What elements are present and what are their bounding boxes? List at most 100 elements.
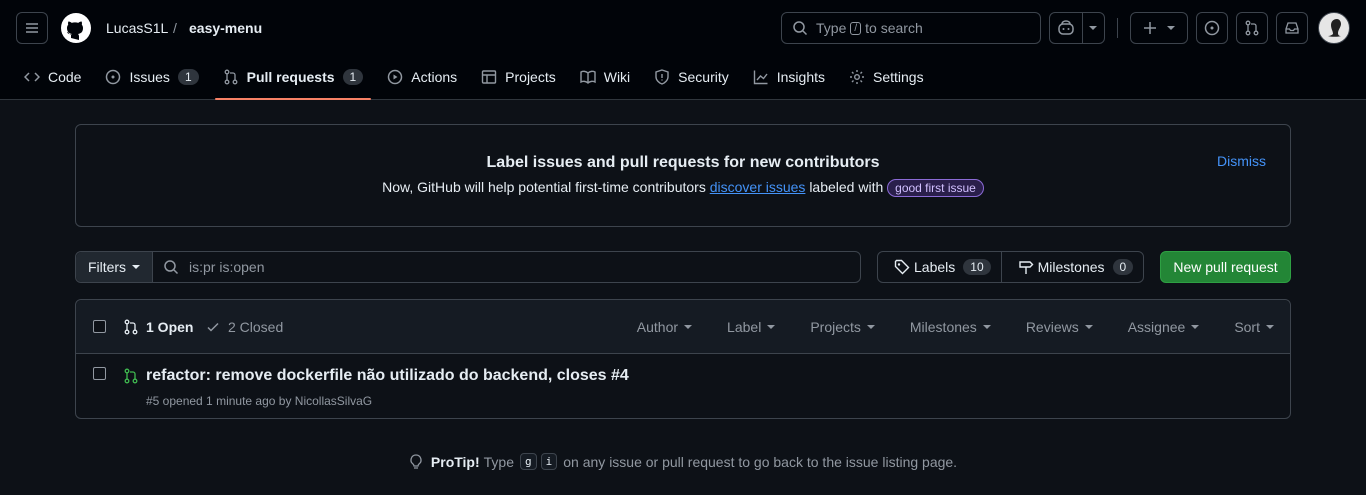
chevron-down-icon: [1084, 325, 1093, 329]
reviews-filter[interactable]: Reviews: [1026, 319, 1093, 335]
tab-code-label: Code: [48, 69, 82, 85]
tab-code[interactable]: Code: [16, 58, 89, 96]
search-icon: [793, 21, 808, 36]
chevron-down-icon: [1089, 26, 1097, 30]
tab-security-label: Security: [678, 69, 729, 85]
author-filter[interactable]: Author: [636, 319, 693, 335]
filter-query-text: is:pr is:open: [189, 259, 265, 275]
check-icon: [207, 322, 219, 332]
filters-button[interactable]: Filters: [76, 252, 153, 282]
hamburger-icon: [26, 23, 38, 33]
labels-count-badge: 10: [963, 259, 991, 275]
git-pull-request-open-icon: [124, 368, 138, 384]
closed-filter-link[interactable]: 2 Closed: [205, 319, 283, 335]
light-bulb-icon: [410, 453, 422, 469]
banner-text-before: Now, GitHub will help potential first-ti…: [382, 179, 706, 195]
shield-icon: [655, 69, 669, 85]
tag-icon: [894, 259, 910, 275]
list-header: 1 Open 2 Closed Author Label Projects Mi…: [76, 300, 1290, 354]
copilot-icon: [1058, 20, 1074, 35]
labels-button-label: Labels: [914, 259, 956, 275]
graph-icon: [753, 70, 768, 85]
pr-meta: #5 opened 1 minute ago by NicollasSilvaG: [146, 394, 373, 408]
good-first-issue-label[interactable]: good first issue: [887, 179, 984, 197]
search-suffix: to search: [865, 20, 923, 36]
protip-label: ProTip!: [430, 453, 480, 470]
new-pull-request-button[interactable]: New pull request: [1160, 251, 1291, 283]
sort-filter-label: Sort: [1234, 319, 1260, 335]
labels-button[interactable]: Labels 10: [878, 252, 1001, 282]
repo-name-link[interactable]: easy-menu: [189, 20, 262, 36]
filter-search-input[interactable]: is:pr is:open: [153, 252, 860, 282]
tab-wiki-label: Wiki: [603, 69, 631, 85]
chevron-down-icon: [767, 325, 776, 329]
pull-requests-button[interactable]: [1236, 12, 1268, 44]
tab-actions-label: Actions: [411, 69, 458, 85]
label-filter-label: Label: [727, 319, 762, 335]
assignee-filter[interactable]: Assignee: [1128, 319, 1200, 335]
create-new-button[interactable]: [1130, 12, 1188, 44]
plus-icon: [1144, 22, 1156, 34]
pr-title-link[interactable]: refactor: remove dockerfile não utilizad…: [146, 367, 629, 385]
sort-filters: Author Label Projects Milestones Reviews…: [602, 319, 1274, 335]
protip-after: on any issue or pull request to go back …: [563, 453, 958, 470]
labels-milestones-group: Labels 10 Milestones 0: [877, 251, 1144, 283]
table-icon: [481, 70, 497, 84]
menu-button[interactable]: [16, 12, 48, 44]
milestones-filter-label: Milestones: [909, 319, 977, 335]
global-nav: LucasS1L / easy-menu Type / to search: [16, 12, 1350, 46]
projects-filter[interactable]: Projects: [810, 319, 875, 335]
inbox-button[interactable]: [1276, 12, 1308, 44]
inbox-icon: [1285, 22, 1299, 34]
breadcrumb-separator: /: [173, 20, 177, 36]
protip-key-i: i: [540, 453, 558, 470]
repo-owner-link[interactable]: LucasS1L: [106, 20, 168, 36]
search-input[interactable]: Type / to search: [781, 12, 1041, 44]
row-checkbox[interactable]: [93, 367, 106, 380]
play-icon: [387, 69, 403, 85]
avatar[interactable]: [1318, 12, 1350, 44]
search-shortcut-key: /: [850, 21, 862, 35]
chevron-down-icon: [982, 325, 991, 329]
milestones-button[interactable]: Milestones 0: [1000, 252, 1144, 282]
tab-security[interactable]: Security: [646, 58, 737, 96]
milestones-filter[interactable]: Milestones: [910, 319, 991, 335]
tab-settings[interactable]: Settings: [841, 58, 932, 96]
select-all-checkbox[interactable]: [93, 320, 106, 333]
milestone-icon: [1018, 261, 1034, 274]
tab-insights[interactable]: Insights: [745, 58, 833, 96]
dismiss-button[interactable]: Dismiss: [1217, 153, 1266, 169]
banner-text: Now, GitHub will help potential first-ti…: [76, 179, 1290, 197]
banner-text-after: labeled with: [809, 179, 884, 195]
label-filter[interactable]: Label: [727, 319, 776, 335]
chevron-down-icon: [1266, 325, 1274, 329]
list-item: refactor: remove dockerfile não utilizad…: [76, 354, 1290, 418]
open-filter-link[interactable]: 1 Open: [123, 319, 193, 335]
contributor-banner: Label issues and pull requests for new c…: [75, 124, 1291, 227]
chevron-down-icon: [866, 325, 875, 329]
milestones-button-label: Milestones: [1037, 259, 1105, 275]
issues-button[interactable]: [1196, 12, 1228, 44]
tab-pull-requests[interactable]: Pull requests 1: [214, 58, 372, 100]
filters-button-label: Filters: [87, 259, 127, 275]
tab-actions[interactable]: Actions: [379, 58, 465, 96]
author-filter-label: Author: [636, 319, 679, 335]
search-icon: [164, 260, 179, 275]
tab-issues-label: Issues: [129, 69, 170, 85]
reviews-filter-label: Reviews: [1025, 319, 1079, 335]
issues-count-badge: 1: [177, 69, 199, 85]
copilot-button[interactable]: [1049, 12, 1105, 44]
discover-issues-link[interactable]: discover issues: [710, 179, 806, 195]
chevron-down-icon: [1167, 26, 1175, 30]
git-pull-request-icon: [124, 319, 138, 335]
sort-filter[interactable]: Sort: [1234, 319, 1274, 335]
projects-filter-label: Projects: [810, 319, 861, 335]
tab-settings-label: Settings: [873, 69, 924, 85]
github-logo-icon[interactable]: [60, 12, 92, 44]
repo-header: LucasS1L / easy-menu Type / to search Co…: [0, 0, 1366, 100]
gear-icon: [850, 70, 864, 84]
tab-projects[interactable]: Projects: [473, 58, 564, 96]
tab-wiki[interactable]: Wiki: [572, 58, 638, 96]
tab-issues[interactable]: Issues 1: [97, 58, 206, 96]
git-pull-request-icon: [1245, 20, 1259, 36]
